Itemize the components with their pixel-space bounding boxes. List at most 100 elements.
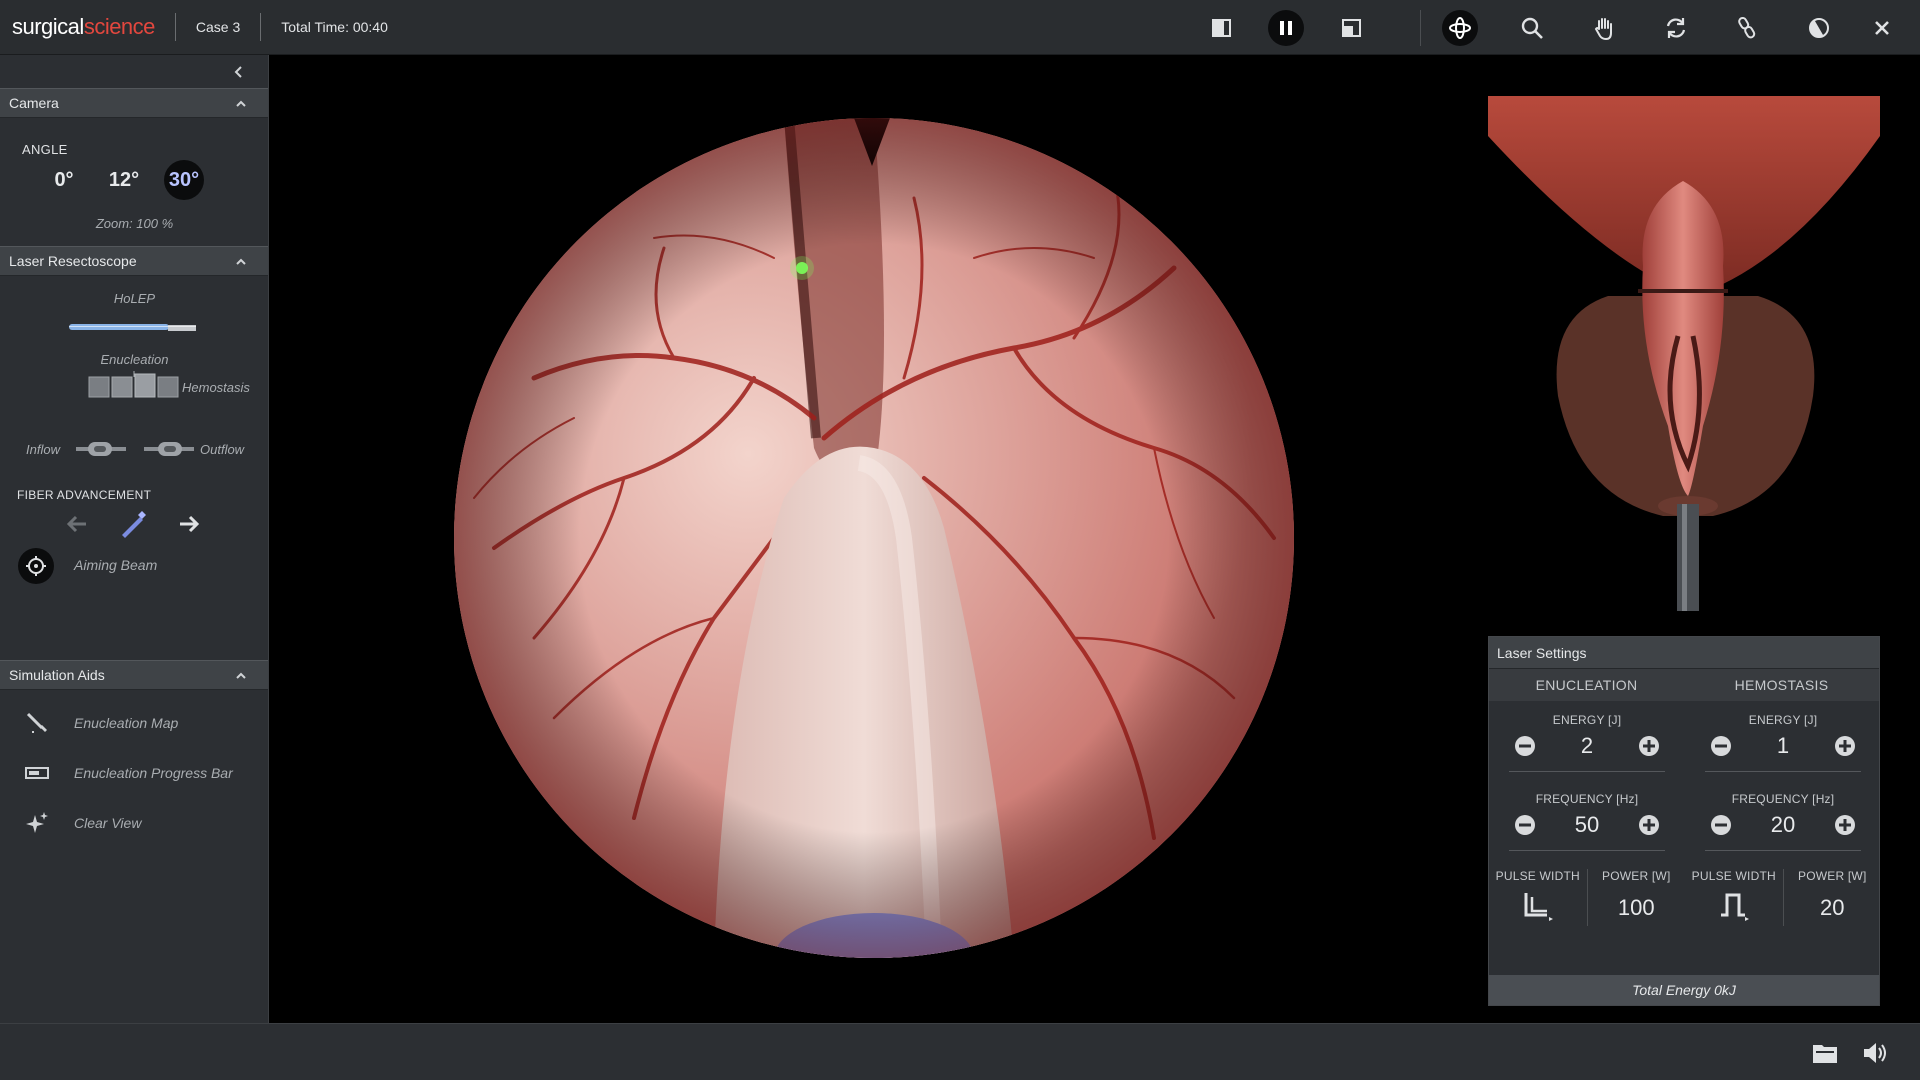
outflow-valve-toggle[interactable] xyxy=(144,438,194,460)
rotate-3d-icon[interactable] xyxy=(1442,10,1478,46)
pulse-width-cell[interactable]: PULSE WIDTH xyxy=(1489,869,1587,926)
plus-icon[interactable] xyxy=(1637,813,1661,837)
layout-left-icon[interactable] xyxy=(1204,10,1240,46)
folder-icon[interactable] xyxy=(1810,1038,1840,1068)
power-cell: POWER [W] 20 xyxy=(1782,869,1882,926)
pause-icon[interactable] xyxy=(1268,10,1304,46)
inflow-label: Inflow xyxy=(26,442,60,457)
aiming-beam-button[interactable] xyxy=(18,548,54,584)
simulation-aids-section-header[interactable]: Simulation Aids xyxy=(0,660,268,690)
angle-0-button[interactable]: 0° xyxy=(44,160,84,200)
zoom-icon[interactable] xyxy=(1514,10,1550,46)
outflow-label: Outflow xyxy=(200,442,245,457)
case-label: Case 3 xyxy=(195,19,241,35)
mode-enucleation-label: Enucleation xyxy=(100,352,169,367)
angle-selector: 0° 12° 30° xyxy=(44,160,224,200)
divider xyxy=(1509,850,1665,851)
mode-hemostasis-label: Hemostasis xyxy=(182,380,250,395)
camera-section-header[interactable]: Camera xyxy=(0,88,268,118)
laser-resectoscope-section: HoLEP Enucleation Hemostasis Inflow Outf… xyxy=(0,276,268,660)
frequency-stepper: 50 xyxy=(1489,812,1685,838)
plus-icon[interactable] xyxy=(1637,734,1661,758)
divider xyxy=(1509,771,1665,772)
clear-view-toggle[interactable]: Clear View xyxy=(0,798,268,848)
pulse-power-grid: PULSE WIDTH POWER [W] 100 xyxy=(1489,869,1685,926)
top-bar: surgical science Case 3 Total Time: 00:40 xyxy=(0,0,1920,55)
energy-label: ENERGY [J] xyxy=(1748,713,1818,727)
divider xyxy=(1705,771,1861,772)
fiber-retract-icon[interactable] xyxy=(64,511,90,537)
angle-12-button[interactable]: 12° xyxy=(104,160,144,200)
left-panel: Camera ANGLE 0° 12° 30° Zoom: 100 % Lase… xyxy=(0,55,269,1023)
chevron-up-icon xyxy=(236,258,246,265)
minus-icon[interactable] xyxy=(1709,813,1733,837)
fiber-advance-icon[interactable] xyxy=(176,511,202,537)
angle-label: ANGLE xyxy=(22,142,68,157)
hemostasis-settings: ENERGY [J] 1 FREQUENCY [Hz] 20 PULSE WID… xyxy=(1685,713,1881,926)
inflow-valve-toggle[interactable] xyxy=(76,438,126,460)
long-pulse-icon xyxy=(1524,893,1553,921)
logo: surgical science xyxy=(12,14,155,39)
enucleation-column-header: ENUCLEATION xyxy=(1535,677,1638,693)
endoscope-view[interactable] xyxy=(454,118,1294,958)
divider xyxy=(1420,10,1421,46)
minus-icon[interactable] xyxy=(1513,734,1537,758)
camera-section: ANGLE 0° 12° 30° Zoom: 100 % xyxy=(0,118,268,246)
enucleation-settings: ENERGY [J] 2 FREQUENCY [Hz] 50 PULSE WID… xyxy=(1489,713,1685,926)
fiber-advancement-label: FIBER ADVANCEMENT xyxy=(17,488,152,502)
sparkle-icon xyxy=(26,812,48,833)
aiming-beam-label: Aiming Beam xyxy=(74,557,158,573)
crosshair-icon xyxy=(26,556,46,576)
link-icon[interactable] xyxy=(1729,10,1765,46)
divider xyxy=(174,13,176,41)
chevron-up-icon xyxy=(236,100,246,107)
zoom-level: Zoom: 100 % xyxy=(95,216,174,231)
enucleation-map-toggle[interactable]: Enucleation Map xyxy=(0,698,268,748)
plus-icon[interactable] xyxy=(1833,813,1857,837)
power-value: 20 xyxy=(1820,895,1845,920)
anatomy-overview[interactable] xyxy=(1488,96,1880,611)
layout-right-icon[interactable] xyxy=(1333,10,1369,46)
contrast-icon[interactable] xyxy=(1801,10,1837,46)
total-energy: Total Energy 0kJ xyxy=(1489,975,1879,1005)
plus-icon[interactable] xyxy=(1833,734,1857,758)
total-time: Total Time: 00:40 xyxy=(281,19,388,35)
frequency-value: 20 xyxy=(1770,812,1796,837)
frequency-label: FREQUENCY [Hz] xyxy=(1731,792,1835,806)
refresh-icon[interactable] xyxy=(1658,10,1694,46)
frequency-label: FREQUENCY [Hz] xyxy=(1535,792,1639,806)
bottom-bar xyxy=(0,1023,1920,1080)
pulse-power-grid: PULSE WIDTH POWER [W] 20 xyxy=(1685,869,1881,926)
divider xyxy=(260,13,262,41)
short-pulse-icon xyxy=(1720,893,1749,921)
progress-bar-icon xyxy=(25,767,49,779)
minus-icon[interactable] xyxy=(1709,734,1733,758)
chevron-left-icon[interactable] xyxy=(230,63,248,81)
collapse-row xyxy=(0,55,268,88)
laser-mode-columns: ENUCLEATION HEMOSTASIS xyxy=(1489,669,1879,701)
power-cell: POWER [W] 100 xyxy=(1586,869,1686,926)
power-value: 100 xyxy=(1617,895,1655,920)
energy-value: 1 xyxy=(1776,733,1790,758)
energy-stepper: 2 xyxy=(1489,733,1685,759)
divider xyxy=(1705,850,1861,851)
enucleation-progress-bar-toggle[interactable]: Enucleation Progress Bar xyxy=(0,748,268,798)
energy-label: ENERGY [J] xyxy=(1552,713,1622,727)
fiber-instrument-icon xyxy=(69,324,196,331)
pulse-width-cell[interactable]: PULSE WIDTH xyxy=(1685,869,1783,926)
frequency-value: 50 xyxy=(1574,812,1600,837)
simulation-aids-section: Enucleation Map Enucleation Progress Bar… xyxy=(0,690,268,848)
hand-icon[interactable] xyxy=(1586,10,1622,46)
laser-settings-panel: Laser Settings ENUCLEATION HEMOSTASIS EN… xyxy=(1488,636,1880,1006)
frequency-stepper: 20 xyxy=(1685,812,1881,838)
energy-stepper: 1 xyxy=(1685,733,1881,759)
mode-pedal-switch[interactable] xyxy=(88,371,180,399)
chevron-up-icon xyxy=(236,672,246,679)
scalpel-icon xyxy=(26,712,47,733)
laser-resectoscope-section-header[interactable]: Laser Resectoscope xyxy=(0,246,268,276)
angle-30-button[interactable]: 30° xyxy=(164,160,204,200)
laser-settings-title: Laser Settings xyxy=(1489,637,1879,669)
volume-icon[interactable] xyxy=(1860,1038,1890,1068)
close-icon[interactable] xyxy=(1864,10,1900,46)
minus-icon[interactable] xyxy=(1513,813,1537,837)
